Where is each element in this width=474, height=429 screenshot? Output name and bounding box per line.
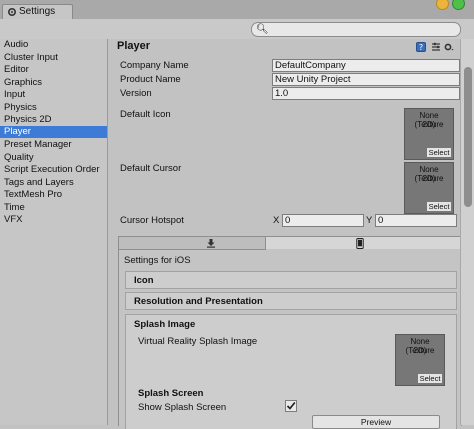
sidebar-item-tags-and-layers[interactable]: Tags and Layers	[0, 177, 107, 189]
settings-gear-icon[interactable]	[444, 42, 454, 52]
platform-tabs	[119, 237, 461, 250]
gear-icon	[7, 7, 17, 17]
version-label: Version	[120, 88, 152, 99]
tab-title: Settings	[19, 6, 56, 17]
cursor-hotspot-label: Cursor Hotspot	[120, 215, 184, 226]
minimize-icon[interactable]	[436, 0, 449, 10]
hotspot-x-field[interactable]: 0	[282, 214, 364, 227]
splash-screen-heading: Splash Screen	[138, 388, 204, 399]
default-icon-slot[interactable]: None (Texture 2D) Select	[404, 108, 454, 160]
mobile-icon	[356, 238, 364, 249]
select-icon-button[interactable]: Select	[426, 147, 452, 158]
scrollbar-thumb[interactable]	[464, 67, 472, 207]
select-vr-splash-button[interactable]: Select	[417, 373, 443, 384]
settings-sidebar: Audio Cluster Input Editor Graphics Inpu…	[0, 39, 108, 425]
version-field[interactable]: 1.0	[272, 87, 460, 100]
section-title-icon: Icon	[134, 275, 154, 286]
company-name-field[interactable]: DefaultCompany	[272, 59, 460, 72]
hotspot-y-label: Y	[366, 215, 373, 226]
texture-type-label: 2D)	[413, 346, 427, 355]
sidebar-item-preset-manager[interactable]: Preset Manager	[0, 139, 107, 151]
search-input[interactable]: 🔍︎	[251, 22, 461, 37]
default-icon-label: Default Icon	[120, 109, 171, 120]
sidebar-item-physics-2d[interactable]: Physics 2D	[0, 114, 107, 126]
settings-tab[interactable]: Settings	[2, 4, 73, 20]
hotspot-x-label: X	[273, 215, 280, 226]
platform-settings-title: Settings for iOS	[124, 255, 191, 266]
show-splash-label: Show Splash Screen	[138, 402, 227, 413]
platform-settings-panel: Settings for iOS Icon Resolution and Pre…	[118, 236, 462, 429]
vr-splash-label: Virtual Reality Splash Image	[138, 336, 258, 347]
product-name-field[interactable]: New Unity Project	[272, 73, 460, 86]
checkmark-icon	[286, 401, 296, 410]
sidebar-item-editor[interactable]: Editor	[0, 64, 107, 76]
resolution-section-header[interactable]: Resolution and Presentation	[125, 292, 457, 310]
search-icon: 🔍︎	[256, 24, 269, 35]
sidebar-item-audio[interactable]: Audio	[0, 39, 107, 51]
sidebar-item-physics[interactable]: Physics	[0, 102, 107, 114]
sidebar-item-graphics[interactable]: Graphics	[0, 77, 107, 89]
show-splash-checkbox[interactable]	[285, 400, 297, 412]
help-icon[interactable]: ?	[416, 42, 426, 52]
maximize-icon[interactable]	[452, 0, 465, 10]
player-settings-panel: Player ? Company Name DefaultCompany Pro…	[108, 39, 462, 429]
sidebar-item-time[interactable]: Time	[0, 202, 107, 214]
preview-button[interactable]: Preview	[312, 415, 440, 429]
product-name-label: Product Name	[120, 74, 181, 85]
page-title: Player	[117, 40, 151, 52]
sidebar-item-input[interactable]: Input	[0, 89, 107, 101]
vr-splash-slot[interactable]: None (Texture 2D) Select	[395, 334, 445, 386]
section-title-splash: Splash Image	[134, 319, 196, 330]
window-titlebar: Settings	[0, 0, 474, 20]
sidebar-item-player[interactable]: Player	[0, 126, 107, 138]
preset-icon[interactable]	[431, 42, 441, 52]
default-cursor-slot[interactable]: None (Texture 2D) Select	[404, 162, 454, 214]
sidebar-item-script-execution-order[interactable]: Script Execution Order	[0, 164, 107, 176]
texture-type-label: 2D)	[422, 120, 436, 129]
section-title-resolution: Resolution and Presentation	[134, 296, 263, 307]
sidebar-item-cluster-input[interactable]: Cluster Input	[0, 52, 107, 64]
svg-text:?: ?	[419, 43, 423, 52]
sidebar-item-quality[interactable]: Quality	[0, 152, 107, 164]
company-name-label: Company Name	[120, 60, 189, 71]
tab-ios[interactable]	[266, 237, 461, 249]
sidebar-item-vfx[interactable]: VFX	[0, 214, 107, 226]
download-icon	[207, 239, 215, 248]
vertical-scrollbar[interactable]	[460, 39, 474, 425]
select-cursor-button[interactable]: Select	[426, 201, 452, 212]
texture-type-label: 2D)	[422, 174, 436, 183]
hotspot-y-field[interactable]: 0	[375, 214, 457, 227]
tab-standalone[interactable]	[119, 237, 266, 250]
icon-section-header[interactable]: Icon	[125, 271, 457, 289]
default-cursor-label: Default Cursor	[120, 163, 182, 174]
sidebar-item-textmesh-pro[interactable]: TextMesh Pro	[0, 189, 107, 201]
search-bar: 🔍︎	[0, 19, 474, 40]
